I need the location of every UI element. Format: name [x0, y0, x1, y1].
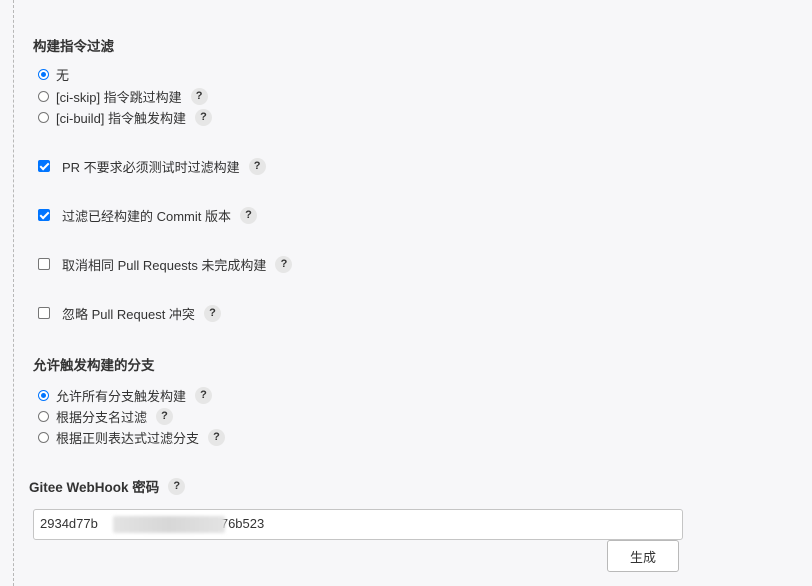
build-filter-option-ci-skip[interactable]: [ci-skip] 指令跳过构建 ?: [33, 86, 208, 106]
build-filter-option-label: [ci-skip] 指令跳过构建: [56, 89, 182, 105]
build-filter-option-ci-build[interactable]: [ci-build] 指令触发构建 ?: [33, 107, 213, 127]
radio-all-branches[interactable]: [38, 389, 49, 401]
help-icon[interactable]: ?: [203, 304, 221, 322]
radio-ci-skip[interactable]: [38, 90, 49, 102]
checkbox-pr-filter[interactable]: [38, 160, 50, 172]
build-filter-option-label: [ci-build] 指令触发构建: [56, 110, 187, 126]
branch-option-label: 允许所有分支触发构建: [56, 388, 187, 404]
checkbox-label: PR 不要求必须测试时过滤构建: [62, 159, 240, 175]
checkbox-label: 忽略 Pull Request 冲突: [62, 306, 195, 322]
branch-option-all[interactable]: 允许所有分支触发构建 ?: [33, 385, 213, 405]
help-icon[interactable]: ?: [195, 108, 213, 126]
help-icon[interactable]: ?: [156, 407, 174, 425]
webhook-title-row: Gitee WebHook 密码 ?: [29, 476, 186, 496]
checkbox-row-pr-filter[interactable]: PR 不要求必须测试时过滤构建 ?: [33, 156, 266, 176]
help-icon[interactable]: ?: [275, 255, 293, 273]
branch-option-label: 根据分支名过滤: [56, 409, 148, 425]
generate-button[interactable]: 生成: [607, 540, 679, 572]
branch-option-label: 根据正则表达式过滤分支: [56, 430, 200, 446]
checkbox-label: 过滤已经构建的 Commit 版本: [62, 208, 232, 224]
branch-option-by-regex[interactable]: 根据正则表达式过滤分支 ?: [33, 427, 226, 447]
checkbox-ignore-conflict[interactable]: [38, 307, 50, 319]
checkbox-label: 取消相同 Pull Requests 未完成构建: [62, 257, 267, 273]
webhook-secret-start: 2934d77b: [40, 516, 98, 531]
build-filter-option-label: 无: [56, 67, 70, 83]
checkbox-row-ignore-conflict[interactable]: 忽略 Pull Request 冲突 ?: [33, 303, 221, 323]
help-icon[interactable]: ?: [190, 87, 208, 105]
build-filter-title: 构建指令过滤: [33, 39, 114, 54]
branch-filter-title: 允许触发构建的分支: [33, 358, 155, 373]
redaction-blur: [113, 516, 225, 533]
build-trigger-settings: 构建指令过滤 无 [ci-skip] 指令跳过构建 ? [ci-build] 指…: [29, 0, 812, 586]
help-icon[interactable]: ?: [195, 386, 213, 404]
help-icon[interactable]: ?: [208, 428, 226, 446]
radio-branch-name[interactable]: [38, 410, 49, 422]
checkbox-cancel-pr[interactable]: [38, 258, 50, 270]
checkbox-row-cancel-pr[interactable]: 取消相同 Pull Requests 未完成构建 ?: [33, 254, 293, 274]
build-filter-option-none[interactable]: 无: [33, 64, 69, 84]
checkbox-filter-commit[interactable]: [38, 209, 50, 221]
radio-ci-build[interactable]: [38, 111, 49, 123]
checkbox-row-filter-commit[interactable]: 过滤已经构建的 Commit 版本 ?: [33, 205, 258, 225]
branch-option-by-name[interactable]: 根据分支名过滤 ?: [33, 406, 174, 426]
radio-branch-regex[interactable]: [38, 431, 49, 443]
help-icon[interactable]: ?: [240, 206, 258, 224]
section-divider: [13, 0, 14, 586]
webhook-secret-end: 76b523: [220, 516, 265, 531]
webhook-title: Gitee WebHook 密码: [29, 480, 160, 495]
radio-none[interactable]: [38, 68, 49, 80]
help-icon[interactable]: ?: [168, 477, 186, 495]
help-icon[interactable]: ?: [248, 157, 266, 175]
